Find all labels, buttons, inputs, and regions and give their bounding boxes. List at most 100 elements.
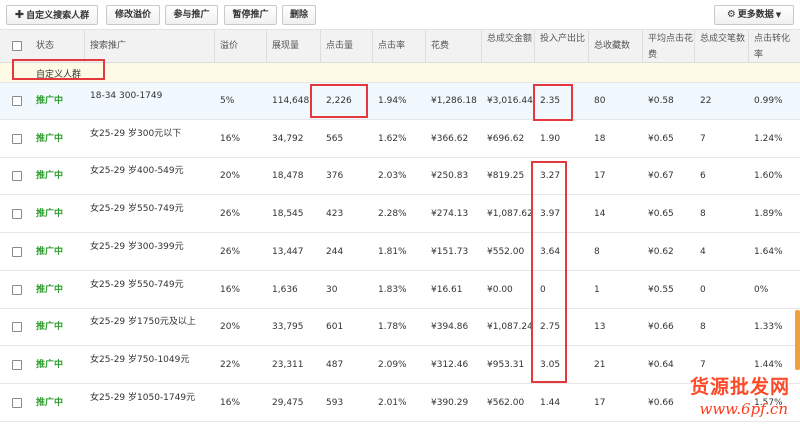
row-conversion-rate: 1.24% (754, 133, 783, 144)
row-total-orders: 8 (700, 209, 706, 220)
row-cost: ¥16.61 (431, 284, 463, 295)
row-premium: 16% (220, 397, 241, 408)
table-row[interactable]: 推广中 18-34 300-1749 5% 114,648 2,226 1.94% ¥1,2… (0, 83, 800, 120)
row-roi: 3.05 (540, 359, 561, 370)
table-row[interactable]: 推广中 女25-29 岁1750元及以上 20% 33,795 601 1.78% ¥394… (0, 309, 800, 347)
row-roi: 2.75 (540, 322, 561, 333)
row-total-orders: 22 (700, 96, 712, 106)
row-roi: 1.90 (540, 133, 561, 144)
row-total-orders: 7 (700, 133, 706, 144)
modify-premium-button[interactable]: 修改溢价 (106, 5, 160, 25)
header-total-deals[interactable]: 总成交金额 (487, 30, 533, 63)
row-conversion-rate: 1.60% (754, 171, 783, 182)
row-premium: 16% (220, 284, 241, 295)
row-checkbox[interactable] (12, 284, 22, 295)
row-avg-click-cost: ¥0.67 (648, 171, 674, 182)
more-data-label: 更多数据 (737, 10, 774, 20)
row-checkbox[interactable] (12, 397, 22, 408)
table-row[interactable]: 推广中 女25-29 岁300-399元 26% 13,447 244 1.81% ¥151… (0, 233, 800, 271)
row-status: 推广中 (36, 96, 64, 106)
row-checkbox[interactable] (12, 246, 22, 257)
table-row[interactable]: 推广中 女25-29 岁300元以下 16% 34,792 565 1.62% ¥366.6… (0, 120, 800, 158)
row-clicks: 601 (326, 322, 344, 333)
row-impressions: 33,795 (272, 322, 304, 333)
row-clicks: 487 (326, 359, 344, 370)
row-ctr: 1.78% (378, 322, 407, 333)
group-label: 自定义人群 (36, 70, 82, 80)
header-total-orders[interactable]: 总成交笔数 (700, 30, 746, 63)
row-cost: ¥312.46 (431, 359, 469, 370)
row-clicks: 244 (326, 246, 344, 257)
row-status: 推广中 (36, 322, 64, 333)
row-impressions: 18,478 (272, 171, 304, 182)
row-clicks: 423 (326, 209, 344, 220)
row-total-deals: ¥0.00 (487, 284, 513, 295)
row-checkbox[interactable] (12, 133, 22, 144)
table-row[interactable]: 推广中 女25-29 岁550-749元 26% 18,545 423 2.28% ¥274… (0, 196, 800, 234)
row-checkbox[interactable] (12, 171, 22, 182)
row-checkbox[interactable] (12, 359, 22, 370)
plus-icon: ✚ (14, 8, 25, 21)
table-row[interactable]: 推广中 女25-29 岁550-749元 16% 1,636 30 1.83% ¥16.61… (0, 271, 800, 309)
row-cost: ¥366.62 (431, 133, 469, 144)
row-total-deals: ¥696.62 (487, 133, 525, 144)
header-conversion-rate[interactable]: 点击转化率 (754, 30, 796, 63)
row-ctr: 2.01% (378, 397, 407, 408)
row-ctr: 1.81% (378, 246, 407, 257)
row-total-deals: ¥953.31 (487, 359, 525, 370)
row-conversion-rate: 0.99% (754, 96, 783, 106)
row-checkbox[interactable] (12, 96, 22, 106)
row-avg-click-cost: ¥0.55 (648, 284, 674, 295)
row-total-deals: ¥819.25 (487, 171, 525, 182)
group-row: 自定义人群 (0, 63, 800, 83)
row-avg-click-cost: ¥0.65 (648, 209, 674, 220)
row-ctr: 2.28% (378, 209, 407, 220)
row-status: 推广中 (36, 133, 64, 144)
row-status: 推广中 (36, 246, 64, 257)
row-total-deals: ¥1,087.24 (487, 322, 533, 333)
row-keyword[interactable]: 女25-29 岁1050-1749元 (90, 391, 195, 427)
row-conversion-rate: 1.33% (754, 322, 783, 333)
row-impressions: 13,447 (272, 246, 304, 257)
row-clicks: 593 (326, 397, 344, 408)
row-total-orders: 4 (700, 246, 706, 257)
add-custom-crowd-button[interactable]: ✚ 自定义搜索人群 (6, 5, 98, 25)
row-cost: ¥1,286.18 (431, 96, 477, 106)
row-total-deals: ¥3,016.44 (487, 96, 533, 106)
row-avg-click-cost: ¥0.62 (648, 246, 674, 257)
row-premium: 20% (220, 171, 241, 182)
row-total-orders: 8 (700, 322, 706, 333)
row-clicks: 2,226 (326, 96, 352, 106)
row-favorites: 80 (594, 96, 606, 106)
row-status: 推广中 (36, 209, 64, 220)
row-impressions: 34,792 (272, 133, 304, 144)
row-roi: 3.97 (540, 209, 561, 220)
more-data-button[interactable]: ⚙ 更多数据 ▼ (714, 5, 794, 25)
row-favorites: 14 (594, 209, 606, 220)
row-favorites: 21 (594, 359, 606, 370)
gear-icon: ⚙ (726, 9, 736, 20)
pause-promotion-button[interactable]: 暂停推广 (224, 5, 277, 25)
row-impressions: 18,545 (272, 209, 304, 220)
join-promotion-button[interactable]: 参与推广 (165, 5, 218, 25)
row-ctr: 1.94% (378, 96, 407, 106)
header-roi[interactable]: 投入产出比 (540, 30, 586, 63)
row-conversion-rate: 1.89% (754, 209, 783, 220)
select-all-checkbox[interactable] (12, 41, 22, 51)
row-ctr: 2.03% (378, 171, 407, 182)
row-cost: ¥390.29 (431, 397, 469, 408)
row-premium: 22% (220, 359, 241, 370)
table-row[interactable]: 推广中 女25-29 岁400-549元 20% 18,478 376 2.03% ¥250… (0, 158, 800, 196)
header-avg-click-cost[interactable]: 平均点击花费 (648, 30, 694, 63)
row-clicks: 565 (326, 133, 344, 144)
delete-button[interactable]: 删除 (282, 5, 316, 25)
row-checkbox[interactable] (12, 322, 22, 333)
row-total-orders: 6 (700, 171, 706, 182)
vertical-scrollbar[interactable] (795, 310, 800, 370)
row-premium: 16% (220, 133, 241, 144)
row-ctr: 2.09% (378, 359, 407, 370)
row-conversion-rate: 1.64% (754, 246, 783, 257)
row-checkbox[interactable] (12, 209, 22, 220)
row-impressions: 1,636 (272, 284, 298, 295)
row-roi: 3.64 (540, 246, 561, 257)
